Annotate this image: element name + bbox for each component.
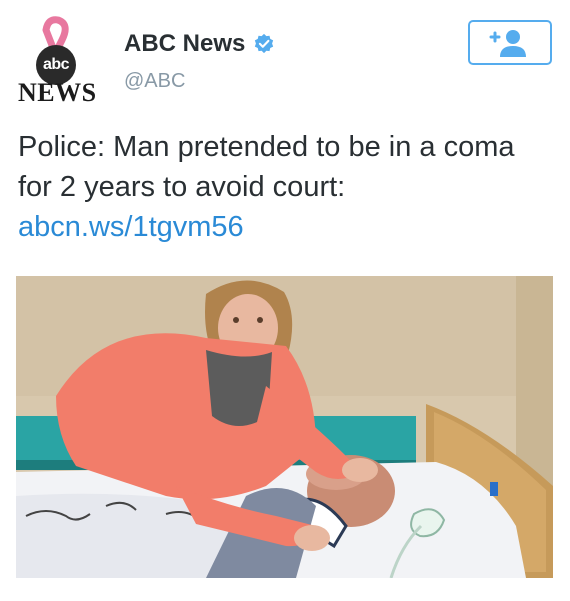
tweet-link[interactable]: abcn.ws/1tgvm56 [18,207,558,247]
tweet-text: Police: Man pretended to be in a coma fo… [18,127,558,247]
tweet-photo[interactable] [16,276,553,578]
abc-news-avatar[interactable]: abc NEWS [16,16,106,107]
tweet-text-line-1: Police: Man pretended to be in a coma [18,131,515,163]
follow-user-plus-icon [489,29,526,57]
name-row: ABC News [124,30,275,58]
verified-badge-icon [255,33,274,54]
tweet-card: abc NEWS ABC News @ABC Police: Man prete… [0,0,570,601]
follow-button[interactable] [468,20,552,65]
display-name[interactable]: ABC News [124,30,245,58]
photo-illustration [16,276,553,578]
news-wordmark: NEWS [18,78,97,107]
handle[interactable]: @ABC [124,70,185,93]
tweet-text-line-2: for 2 years to avoid court: [18,171,346,203]
